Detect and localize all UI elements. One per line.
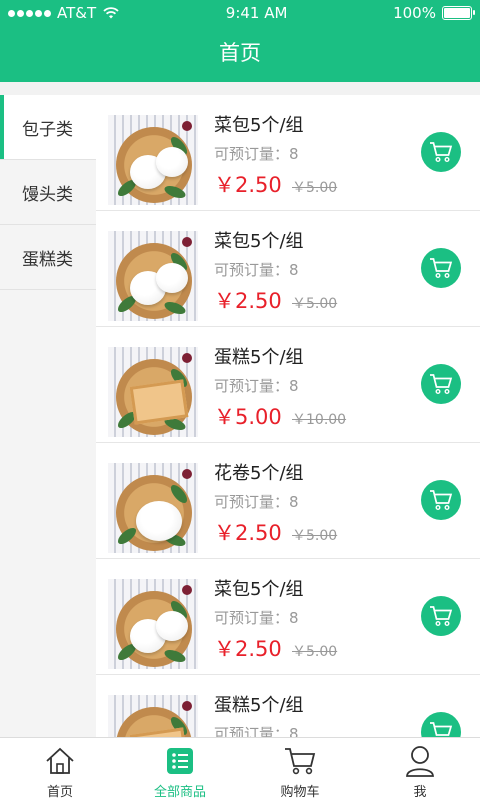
berry-decoration [182, 469, 192, 479]
leaf-decoration [168, 482, 190, 506]
sale-price: ￥5.00 [214, 405, 282, 429]
tab-cart[interactable]: 购物车 [240, 738, 360, 800]
roll-image [136, 501, 182, 541]
product-thumbnail[interactable] [108, 463, 198, 553]
cart-icon [430, 490, 453, 511]
available-quantity: 可预订量：8 [214, 145, 299, 163]
add-to-cart-button[interactable] [421, 712, 461, 737]
category-label: 包子类 [22, 119, 73, 140]
bun-image [156, 263, 188, 293]
product-name: 蛋糕5个/组 [214, 695, 304, 716]
user-icon [405, 745, 435, 777]
sale-price: ￥2.50 [214, 521, 282, 545]
category-mantou[interactable]: 馒头类 [0, 160, 96, 225]
add-to-cart-button[interactable] [421, 132, 461, 172]
tab-bar: 首页 全部商品 购物车 我 [0, 737, 480, 800]
wifi-icon [103, 7, 119, 19]
plate-image [115, 127, 192, 203]
product-item[interactable]: 菜包5个/组 可预订量：8 ￥2.50 ￥5.00 [96, 559, 480, 675]
cake-image [129, 379, 189, 425]
cart-icon [430, 606, 453, 627]
category-buns[interactable]: 包子类 [0, 95, 96, 160]
product-thumbnail[interactable] [108, 579, 198, 669]
add-to-cart-button[interactable] [421, 480, 461, 520]
carrier-label: AT&T [57, 4, 97, 22]
plate-image [116, 707, 192, 737]
available-quantity: 可预订量：8 [214, 725, 299, 737]
status-bar: AT&T 9:41 AM 100% [0, 0, 480, 26]
product-item[interactable]: 蛋糕5个/组可预订量：8 [96, 675, 480, 737]
berry-decoration [182, 585, 192, 595]
tab-me[interactable]: 我 [360, 738, 480, 800]
available-quantity: 可预订量：8 [214, 493, 299, 511]
plate-image [115, 475, 192, 551]
category-label: 馒头类 [22, 184, 73, 205]
battery-percent: 100% [393, 4, 436, 22]
tab-home[interactable]: 首页 [0, 738, 120, 800]
battery-icon [441, 6, 475, 20]
plate-image [115, 243, 192, 319]
page-title: 首页 [219, 41, 261, 65]
leaf-decoration [162, 647, 188, 665]
add-to-cart-button[interactable] [421, 596, 461, 636]
product-item[interactable]: 菜包5个/组 可预订量：8 ￥2.50 ￥5.00 [96, 95, 480, 211]
bun-image [156, 611, 188, 641]
sale-price: ￥2.50 [214, 289, 282, 313]
available-quantity: 可预订量：8 [214, 261, 299, 279]
berry-decoration [182, 353, 192, 363]
leaf-decoration [115, 525, 139, 547]
available-quantity: 可预订量：8 [214, 377, 299, 395]
product-name: 菜包5个/组 [214, 579, 304, 600]
product-name: 蛋糕5个/组 [214, 347, 304, 368]
product-list[interactable]: 菜包5个/组 可预订量：8 ￥2.50 ￥5.00 菜包5个/组 可预订量：8 ￥2.50 ￥… [96, 95, 480, 737]
cart-icon [430, 722, 453, 736]
leaf-decoration [162, 183, 188, 201]
product-name: 花卷5个/组 [214, 463, 304, 484]
cart-icon [430, 142, 453, 163]
berry-decoration [182, 237, 192, 247]
plate-image [115, 359, 192, 435]
add-to-cart-button[interactable] [421, 248, 461, 288]
cart-icon [430, 374, 453, 395]
product-name: 菜包5个/组 [214, 231, 304, 252]
cart-icon [430, 258, 453, 279]
berry-decoration [182, 701, 192, 711]
list-icon [167, 745, 193, 777]
tab-label: 全部商品 [153, 785, 206, 800]
signal-icon [8, 9, 51, 17]
leaf-decoration [162, 299, 188, 317]
cart-icon [283, 745, 317, 777]
clock-label: 9:41 AM [225, 4, 288, 22]
product-thumbnail[interactable] [108, 695, 198, 737]
app-header: AT&T 9:41 AM 100% 首页 [0, 0, 480, 82]
original-price: ￥5.00 [292, 528, 338, 544]
sale-price: ￥2.50 [214, 173, 282, 197]
original-price: ￥5.00 [292, 644, 338, 660]
sale-price: ￥2.50 [214, 637, 282, 661]
cake-image [129, 727, 189, 737]
product-thumbnail[interactable] [108, 231, 198, 321]
original-price: ￥5.00 [292, 296, 338, 312]
product-item[interactable]: 花卷5个/组 可预订量：8 ￥2.50 ￥5.00 [96, 443, 480, 559]
product-thumbnail[interactable] [108, 115, 198, 205]
home-icon [44, 745, 76, 777]
category-cake[interactable]: 蛋糕类 [0, 225, 96, 290]
tab-label: 我 [413, 785, 427, 800]
original-price: ￥10.00 [292, 412, 347, 428]
tab-label: 购物车 [280, 785, 320, 800]
product-item[interactable]: 蛋糕5个/组 可预订量：8 ￥5.00 ￥10.00 [96, 327, 480, 443]
berry-decoration [182, 121, 192, 131]
add-to-cart-button[interactable] [421, 364, 461, 404]
bun-image [156, 147, 188, 177]
product-item[interactable]: 菜包5个/组 可预订量：8 ￥2.50 ￥5.00 [96, 211, 480, 327]
original-price: ￥5.00 [292, 180, 338, 196]
available-quantity: 可预订量：8 [214, 609, 299, 627]
product-name: 菜包5个/组 [214, 115, 304, 136]
category-label: 蛋糕类 [22, 249, 73, 270]
tab-label: 首页 [46, 785, 73, 800]
category-sidebar: 包子类 馒头类 蛋糕类 [0, 95, 96, 737]
plate-image [115, 591, 192, 667]
tab-all-products[interactable]: 全部商品 [120, 738, 240, 800]
product-thumbnail[interactable] [108, 347, 198, 437]
